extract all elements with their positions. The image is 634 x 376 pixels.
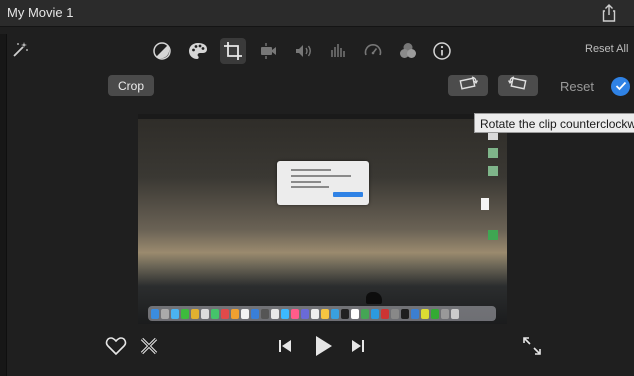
desktop-icon <box>488 148 498 158</box>
heart-icon[interactable] <box>104 334 128 358</box>
preview-rock <box>366 292 382 304</box>
reject-icon[interactable] <box>137 334 161 358</box>
video-preview[interactable] <box>138 114 507 324</box>
info-icon[interactable] <box>429 38 455 64</box>
speed-icon[interactable] <box>360 38 386 64</box>
color-balance-icon[interactable] <box>149 38 175 64</box>
checkmark-icon <box>615 78 627 96</box>
share-icon[interactable] <box>600 3 618 23</box>
rotate-counterclockwise-button[interactable] <box>448 75 488 96</box>
rotate-clockwise-icon <box>507 76 529 95</box>
desktop-icon <box>488 230 498 240</box>
preview-menubar <box>138 114 507 119</box>
magic-wand-icon[interactable] <box>9 40 29 60</box>
noise-reduction-icon[interactable] <box>325 38 351 64</box>
stabilization-icon[interactable] <box>255 38 281 64</box>
window-title: My Movie 1 <box>7 5 74 20</box>
left-divider <box>0 34 7 376</box>
crop-button[interactable]: Crop <box>108 75 154 96</box>
skip-back-icon[interactable] <box>275 336 295 356</box>
fullscreen-icon[interactable] <box>520 334 544 358</box>
rotate-clockwise-button[interactable] <box>498 75 538 96</box>
tooltip: Rotate the clip counterclockwise <box>474 113 634 133</box>
reset-all-button[interactable]: Reset All <box>585 43 628 55</box>
crop-icon[interactable] <box>220 38 246 64</box>
apply-check-button[interactable] <box>611 77 630 96</box>
reset-button[interactable]: Reset <box>560 79 594 94</box>
skip-forward-icon[interactable] <box>348 336 368 356</box>
rotate-counterclockwise-icon <box>457 76 479 95</box>
preview-dialog <box>277 161 369 205</box>
play-icon[interactable] <box>311 333 335 359</box>
clip-filter-icon[interactable] <box>395 38 421 64</box>
title-bar: My Movie 1 <box>0 0 634 27</box>
volume-icon[interactable] <box>290 38 316 64</box>
color-correction-icon[interactable] <box>185 38 211 64</box>
desktop-icon <box>481 198 489 210</box>
preview-dock <box>148 306 496 321</box>
desktop-icon <box>488 166 498 176</box>
